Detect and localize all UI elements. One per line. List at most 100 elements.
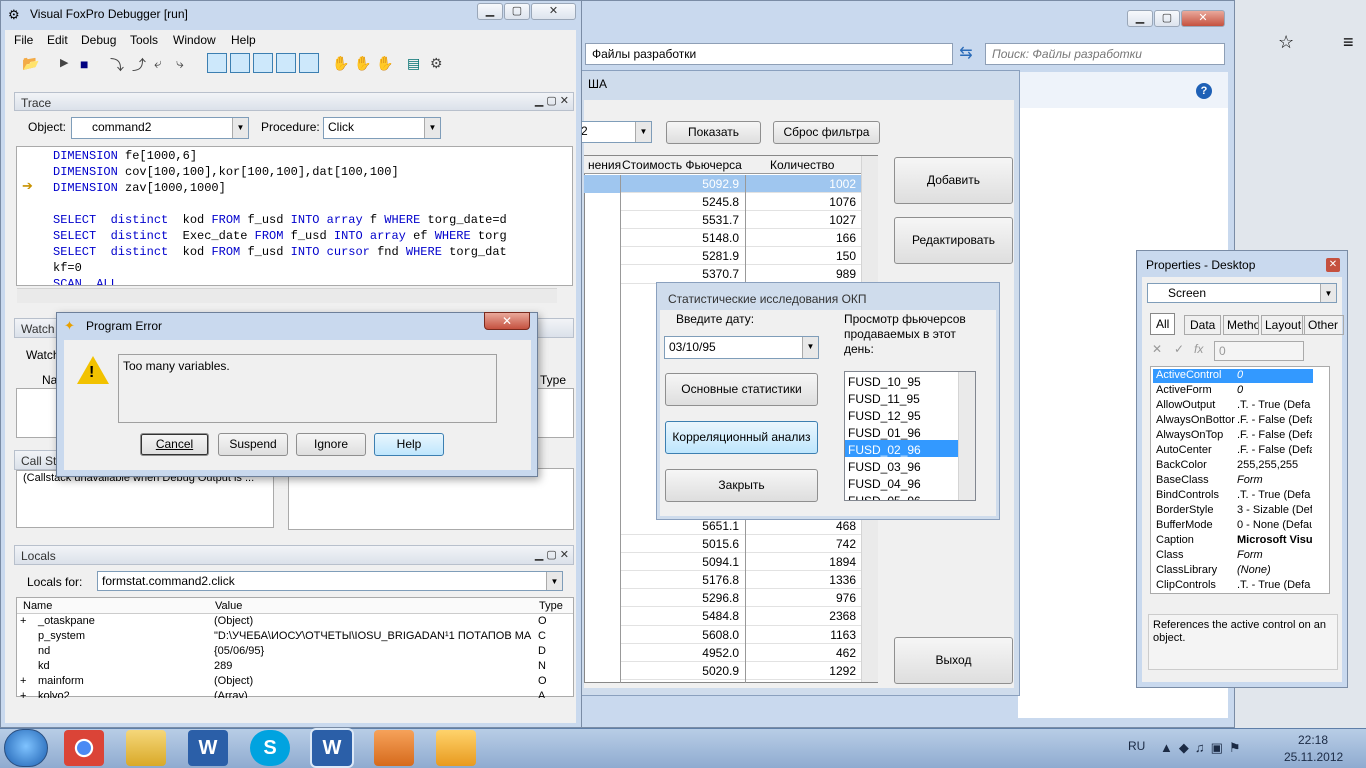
properties-close-button[interactable]: ✕ [1326, 258, 1340, 272]
grid-cell[interactable]: 5281.9 [621, 247, 745, 266]
correlation-button[interactable]: Корреляционный анализ [665, 421, 818, 454]
table-row[interactable]: kd 289 N [18, 659, 556, 674]
run-to-cursor-icon[interactable]: ⤷ [176, 55, 184, 72]
error-suspend-button[interactable]: Suspend [218, 433, 288, 456]
property-row[interactable]: BindControls .T. - True (Defa [1152, 488, 1312, 503]
trace-window-icon[interactable] [207, 53, 227, 73]
resume-icon[interactable]: ▶ [60, 56, 68, 69]
property-row[interactable]: BufferMode 0 - None (Defau [1152, 518, 1312, 533]
error-ignore-button[interactable]: Ignore [296, 433, 366, 456]
grid-col-qty[interactable]: Количество [770, 158, 834, 172]
grid-cell[interactable]: 989 [746, 265, 862, 284]
callstack-window-icon[interactable] [276, 53, 296, 73]
skype-icon[interactable]: S [250, 730, 290, 766]
futures-list[interactable]: FUSD_10_95 FUSD_11_95 FUSD_12_95 FUSD_01… [844, 371, 976, 501]
grid-cell[interactable]: 5370.7 [621, 265, 745, 284]
foxpro-icon[interactable] [436, 730, 476, 766]
tab-data[interactable]: Data [1184, 315, 1222, 335]
debugger-maximize[interactable]: ▢ [504, 3, 530, 20]
wrench-icon[interactable]: ≡ [1343, 32, 1354, 53]
grid-cell[interactable]: 1894 [746, 553, 862, 572]
clear-breakpoints-icon[interactable]: ✋ [354, 55, 371, 72]
locals-window-icon[interactable] [253, 53, 273, 73]
media-player-icon[interactable] [374, 730, 414, 766]
accept-edit-icon[interactable]: ✓ [1174, 342, 1184, 356]
property-row[interactable]: ActiveControl 0 [1152, 368, 1312, 383]
grid-cell[interactable]: 1163 [746, 626, 862, 644]
tab-layout[interactable]: Layout [1261, 315, 1306, 335]
clock-date[interactable]: 25.11.2012 [1284, 750, 1343, 764]
grid-cell[interactable]: 150 [746, 247, 862, 266]
output-list[interactable] [288, 468, 574, 530]
table-row[interactable]: nd {05/06/95} D [18, 644, 556, 659]
list-item[interactable]: FUSD_01_96 [845, 423, 975, 440]
explorer-maximize[interactable]: ▢ [1154, 10, 1180, 27]
output-window-icon[interactable] [299, 53, 319, 73]
property-value-box[interactable]: 0 [1214, 341, 1304, 361]
help-icon[interactable]: ? [1196, 83, 1212, 99]
step-over-icon[interactable]: ⤴ [132, 55, 146, 75]
callstack-list[interactable]: (Callstack unavailable when Debug Output… [16, 470, 274, 528]
menu-edit[interactable]: Edit [47, 33, 68, 47]
grid-cell[interactable]: 166 [746, 229, 862, 248]
property-row[interactable]: Class Form [1152, 548, 1312, 563]
trace-pane-controls[interactable]: ▁ ▢ ✕ [535, 94, 569, 107]
grid-cell[interactable]: 2368 [746, 607, 862, 626]
grid-cell[interactable]: 1336 [746, 571, 862, 590]
star-icon[interactable]: ☆ [1278, 32, 1294, 53]
word-active-icon[interactable]: W [312, 730, 352, 766]
tab-other[interactable]: Other [1302, 315, 1345, 335]
close-button[interactable]: Закрыть [665, 469, 818, 502]
date-combo[interactable]: 03/10/95 ▼ [664, 336, 819, 359]
list-item[interactable]: FUSD_12_95 [845, 406, 975, 423]
reset-filter-button[interactable]: Сброс фильтра [773, 121, 880, 144]
grid-cell[interactable]: 5245.8 [621, 193, 745, 212]
grid-cell[interactable]: 5484.8 [621, 607, 745, 626]
property-row[interactable]: ActiveForm 0 [1152, 383, 1312, 398]
grid-cell[interactable]: 5176.8 [621, 571, 745, 590]
tab-methods[interactable]: Metho [1223, 315, 1259, 335]
trace-code[interactable]: DIMENSION fe[1000,6] DIMENSION cov[100,1… [16, 146, 573, 286]
locals-pane-controls[interactable]: ▁ ▢ ✕ [535, 548, 569, 561]
property-row[interactable]: AllowOutput .T. - True (Defa [1152, 398, 1312, 413]
cancel-icon[interactable]: ■ [80, 56, 88, 72]
show-button[interactable]: Показать [666, 121, 761, 144]
table-row[interactable]: + mainform (Object) O [18, 674, 556, 689]
debugger-close[interactable]: ✕ [531, 3, 576, 20]
list-item[interactable]: FUSD_05_96 [845, 491, 975, 500]
refresh-icon[interactable]: ⇆ [955, 43, 977, 65]
table-row[interactable]: + _otaskpane (Object) O [18, 614, 556, 629]
grid-col-date[interactable]: нения [588, 158, 621, 172]
property-row[interactable]: BaseClass Form [1152, 473, 1312, 488]
menu-debug[interactable]: Debug [81, 33, 116, 47]
open-icon[interactable]: 📂 [22, 55, 39, 72]
breakpoints-dialog-icon[interactable]: ✋ [376, 55, 393, 72]
coverage-icon[interactable]: ▤ [407, 55, 420, 72]
grid-cell[interactable]: 1076 [746, 193, 862, 212]
list-item[interactable]: FUSD_03_96 [845, 457, 975, 474]
event-tracking-icon[interactable]: ⚙ [430, 55, 443, 72]
property-row[interactable]: ClipControls .T. - True (Defa [1152, 578, 1312, 593]
grid-cell[interactable]: 1292 [746, 662, 862, 680]
grid-cell[interactable]: 742 [746, 535, 862, 554]
step-into-icon[interactable]: ⤵ [110, 55, 124, 75]
grid-cell[interactable]: 5296.8 [621, 589, 745, 608]
basic-stats-button[interactable]: Основные статистики [665, 373, 818, 406]
grid-cell[interactable]: 5092.9 [621, 175, 745, 194]
exit-button[interactable]: Выход [894, 637, 1013, 684]
menu-help[interactable]: Help [231, 33, 256, 47]
explorer-minimize[interactable]: ▁ [1127, 10, 1153, 27]
property-row[interactable]: AutoCenter .F. - False (Defa [1152, 443, 1312, 458]
property-row[interactable]: BorderStyle 3 - Sizable (Defa [1152, 503, 1312, 518]
debugger-minimize[interactable]: ▁ [477, 3, 503, 20]
start-button[interactable] [4, 729, 48, 767]
explorer-address[interactable]: Файлы разработки [585, 43, 953, 65]
grid-cell[interactable]: 1027 [746, 211, 862, 230]
function-icon[interactable]: fx [1194, 342, 1203, 356]
list-item[interactable]: FUSD_04_96 [845, 474, 975, 491]
locals-for-combo[interactable]: formstat.command2.click ▼ [97, 571, 563, 591]
table-row[interactable]: + kolyo2 (Array) A [18, 689, 556, 698]
watch-window-icon[interactable] [230, 53, 250, 73]
language-indicator[interactable]: RU [1128, 739, 1145, 753]
explorer-search[interactable]: Поиск: Файлы разработки [985, 43, 1225, 65]
